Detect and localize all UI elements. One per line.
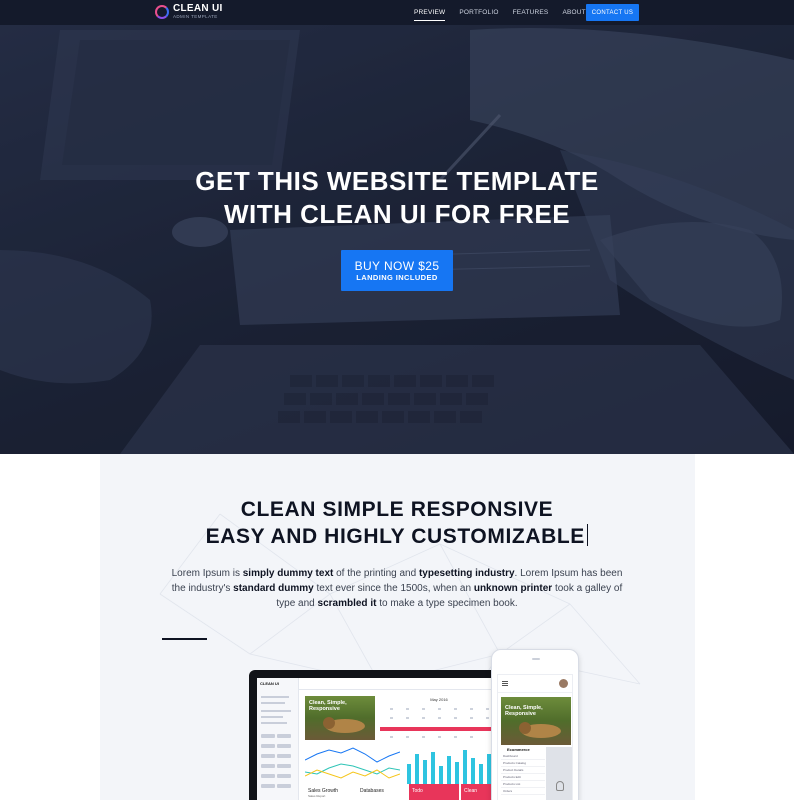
paragraph-run: to make a type specimen book. — [376, 598, 518, 609]
buy-now-label: BUY NOW $25 — [354, 258, 440, 273]
mockup-bar-chart — [407, 750, 491, 784]
mockup-tile-sales: Sales Growth Sales Report — [305, 784, 355, 800]
mockup-sidebar: CLEAN UI — [257, 678, 299, 800]
nav-link-preview[interactable]: PREVIEW — [414, 9, 446, 21]
paragraph-bold-run: typesetting industry — [418, 568, 515, 579]
phone-topbar — [498, 675, 572, 693]
phone-speaker — [532, 658, 540, 660]
hero-title-line-2: WITH CLEAN UI FOR FREE — [223, 199, 571, 229]
mockup-photo-caption: Clean, Simple, Responsive — [309, 700, 347, 712]
features-title-line-1: CLEAN SIMPLE RESPONSIVE — [240, 498, 554, 521]
features-title: CLEAN SIMPLE RESPONSIVE EASY AND HIGHLY … — [0, 496, 794, 550]
phone-photo-caption: Clean, Simple, Responsive — [505, 705, 543, 717]
avatar — [559, 679, 568, 688]
paragraph-run: text ever since the 1500s, when an — [313, 583, 474, 594]
phone-mockup: Clean, Simple, Responsive Ecommerce Dash… — [491, 649, 579, 800]
list-item: Products Catalog — [501, 760, 545, 767]
paragraph-bold-run: standard dummy — [233, 583, 314, 594]
mockup-calendar: May 2016 — [380, 696, 498, 746]
mockup-lion-photo: Clean, Simple, Responsive — [305, 696, 375, 740]
mockup-calendar-event — [380, 727, 498, 731]
paragraph-bold-run: unknown printer — [473, 583, 553, 594]
features-paragraph: Lorem Ipsum is simply dummy text of the … — [165, 566, 629, 611]
paragraph-run: Lorem Ipsum is — [171, 568, 243, 579]
logo[interactable]: CLEAN UI ADMIN TEMPLATE — [155, 4, 223, 20]
mockup-logo: CLEAN UI — [260, 681, 279, 686]
section-divider — [162, 638, 207, 640]
mockup-calendar-month: May 2016 — [430, 697, 448, 702]
mockup-tile-todo: Todo — [409, 784, 459, 800]
nav-link-features[interactable]: FEATURES — [513, 9, 549, 16]
buy-now-sublabel: LANDING INCLUDED — [356, 272, 438, 282]
logo-subtitle: ADMIN TEMPLATE — [173, 14, 218, 19]
logo-ring-icon — [155, 4, 169, 19]
laptop-mockup: CLEAN UI Clean, Simple, Responsive May 2… — [249, 670, 509, 800]
list-item: Dashboard — [501, 753, 545, 760]
mockup-topbar — [299, 678, 501, 690]
phone-lion-photo: Clean, Simple, Responsive — [501, 697, 571, 745]
phone-menu-list: Ecommerce Dashboard Products Catalog Pro… — [501, 747, 545, 795]
features-title-line-2: EASY AND HIGHLY CUSTOMIZABLE — [205, 525, 585, 548]
buy-now-button[interactable]: BUY NOW $25 LANDING INCLUDED — [341, 250, 453, 291]
typing-cursor — [586, 524, 589, 546]
nav-links: PREVIEW PORTFOLIO FEATURES ABOUT US — [414, 0, 611, 25]
list-item: Products List — [501, 781, 545, 788]
hamburger-menu-icon — [502, 681, 508, 686]
top-nav: CLEAN UI ADMIN TEMPLATE PREVIEW PORTFOLI… — [0, 0, 794, 25]
mockup-line-chart — [305, 747, 400, 779]
paragraph-bold-run: simply dummy text — [242, 568, 334, 579]
laptop-screen: CLEAN UI Clean, Simple, Responsive May 2… — [257, 678, 501, 800]
nav-link-portfolio[interactable]: PORTFOLIO — [459, 9, 498, 16]
phone-side-panel — [546, 747, 572, 800]
contact-us-button[interactable]: CONTACT US — [586, 4, 639, 21]
list-item: Product Details — [501, 767, 545, 774]
list-item: Products Edit — [501, 774, 545, 781]
lightbulb-icon — [556, 781, 564, 791]
logo-title: CLEAN UI — [173, 3, 223, 14]
list-item: Orders — [501, 788, 545, 795]
hero-title-line-1: GET THIS WEBSITE TEMPLATE — [195, 166, 599, 196]
phone-screen: Clean, Simple, Responsive Ecommerce Dash… — [497, 674, 573, 800]
paragraph-bold-run: scrambled it — [317, 598, 377, 609]
paragraph-run: of the printing and — [333, 568, 419, 579]
hero-title: GET THIS WEBSITE TEMPLATE WITH CLEAN UI … — [0, 165, 794, 231]
hero: GET THIS WEBSITE TEMPLATE WITH CLEAN UI … — [0, 0, 794, 454]
mockup-tile-databases: Databases — [357, 784, 407, 800]
